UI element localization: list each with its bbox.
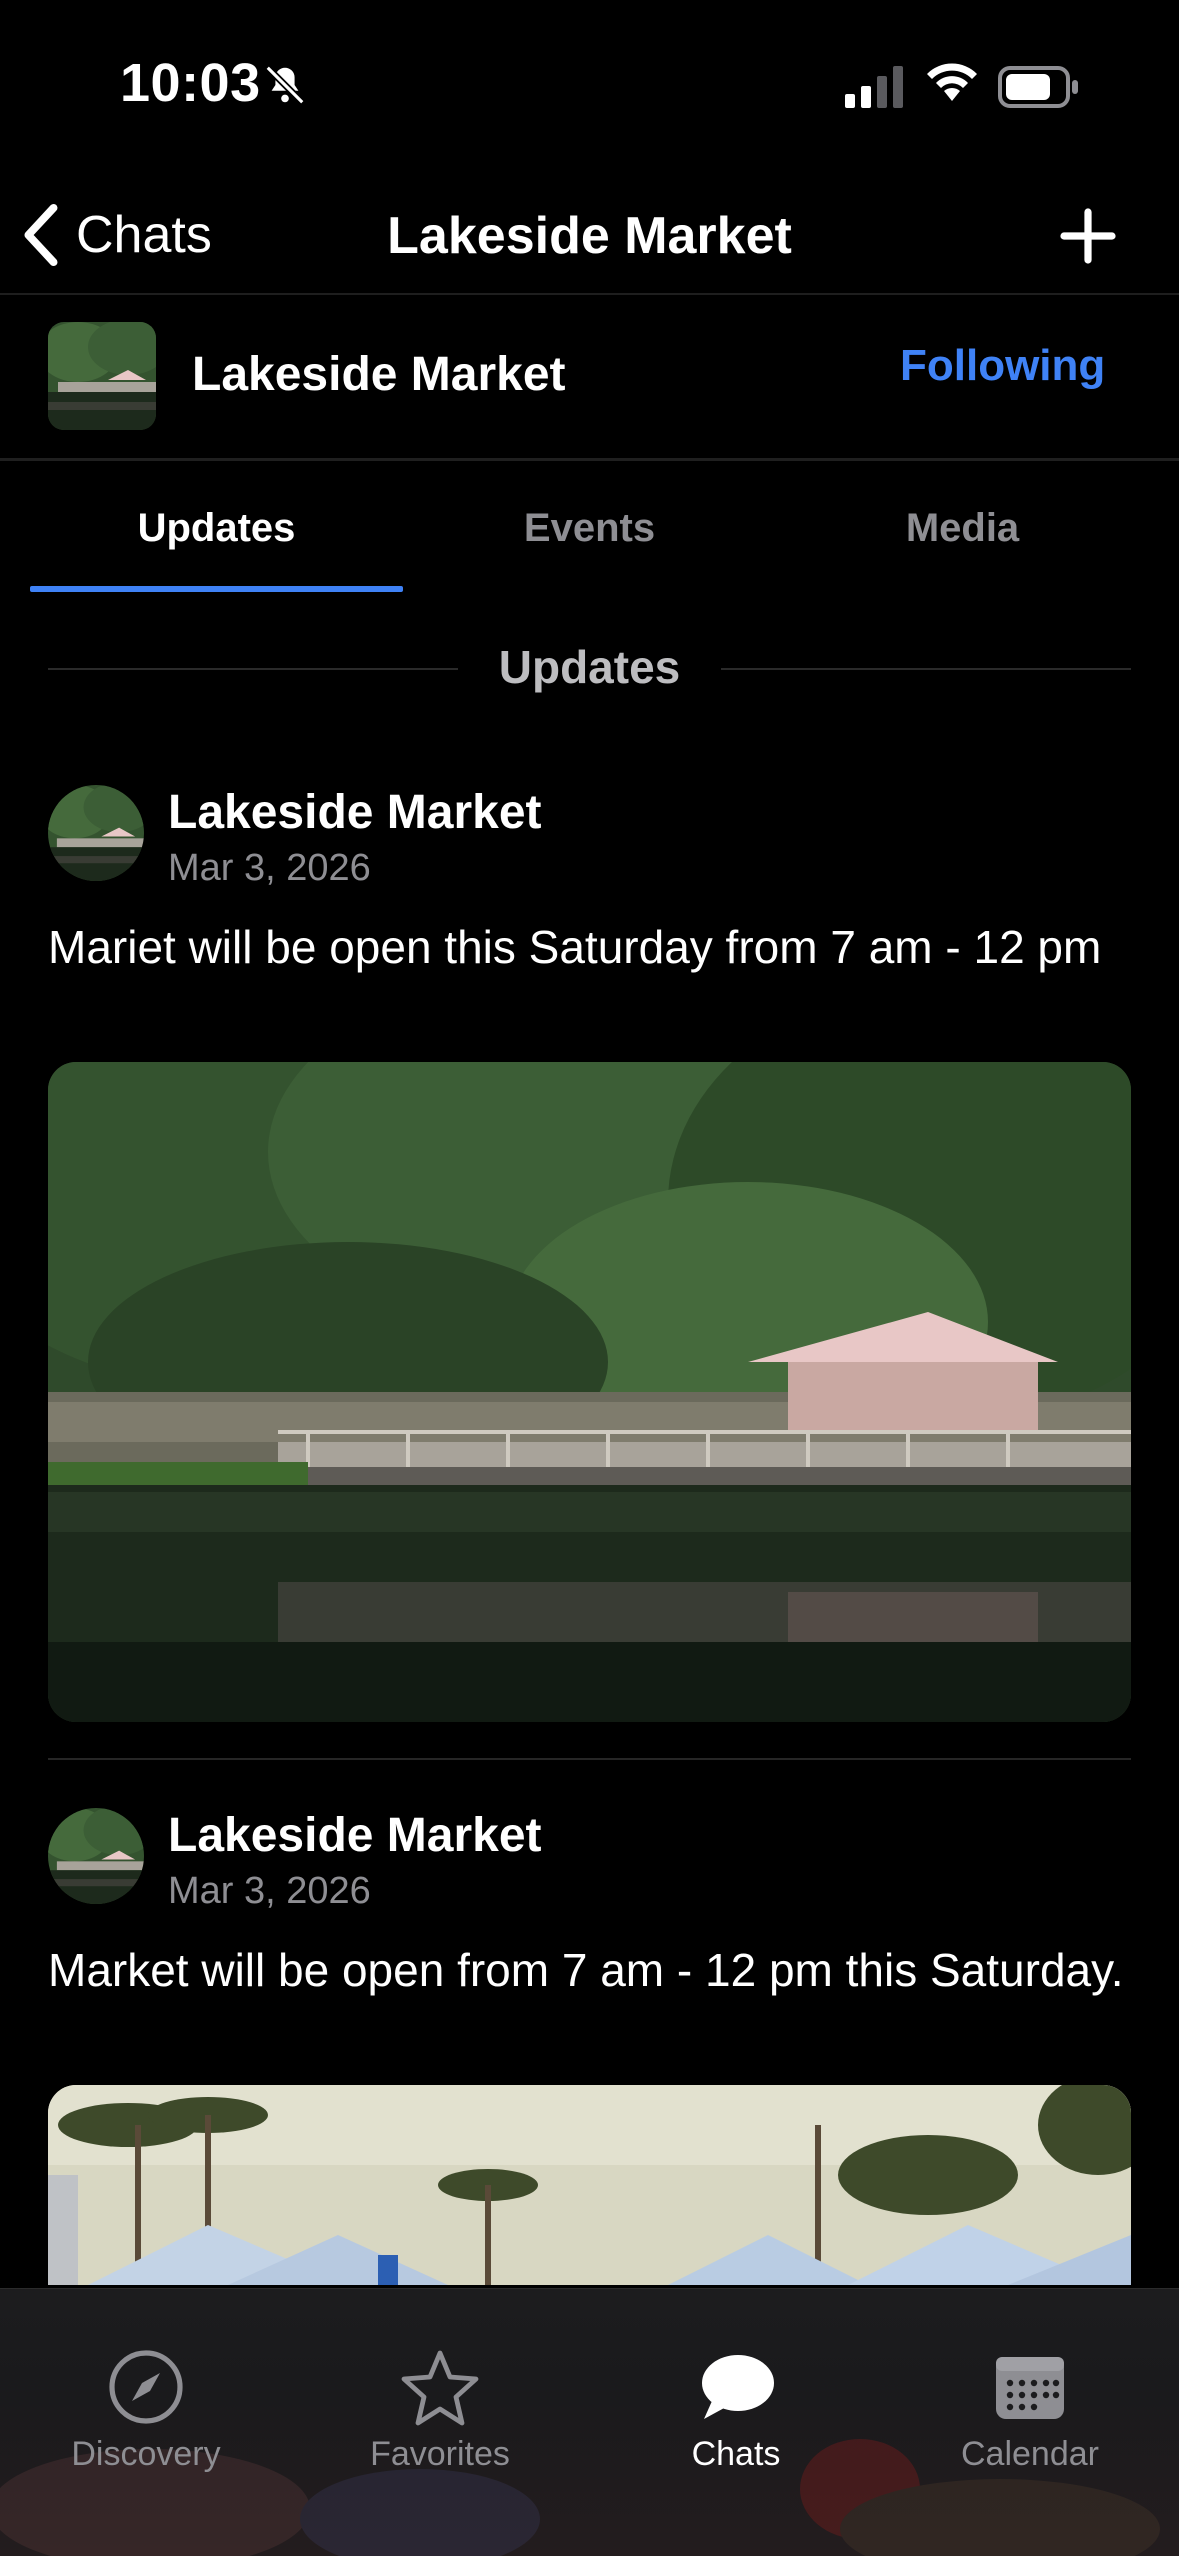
star-icon bbox=[401, 2350, 479, 2426]
post-avatar[interactable] bbox=[48, 1808, 144, 1904]
status-bar: 10:03 bbox=[0, 0, 1179, 170]
section-title: Updates bbox=[498, 641, 681, 693]
wifi-icon bbox=[927, 63, 977, 101]
bell-slash-icon bbox=[265, 65, 305, 105]
chat-bubble-icon bbox=[702, 2355, 774, 2419]
segmented-tabs: Updates Events Media bbox=[0, 462, 1179, 592]
post-avatar[interactable] bbox=[48, 785, 144, 881]
tab-bar-label: Favorites bbox=[370, 2435, 510, 2473]
post-image[interactable] bbox=[48, 1062, 1131, 1722]
channel-header: Lakeside Market Following bbox=[0, 297, 1179, 461]
signal-icon bbox=[845, 66, 903, 108]
tab-events[interactable]: Events bbox=[403, 462, 776, 592]
tab-bar-label: Chats bbox=[691, 2435, 781, 2473]
following-button[interactable]: Following bbox=[900, 341, 1105, 391]
post-text: Market will be open from 7 am - 12 pm th… bbox=[48, 1944, 1124, 1996]
tab-media[interactable]: Media bbox=[776, 462, 1149, 592]
plus-icon[interactable] bbox=[1060, 208, 1116, 264]
active-tab-indicator bbox=[30, 586, 403, 592]
battery-icon bbox=[998, 66, 1078, 108]
bottom-tab-bar: Discovery Favorites Chats Calendar bbox=[0, 2288, 1179, 2556]
tab-bar-discovery[interactable]: Discovery bbox=[16, 2347, 276, 2507]
navigation-bar: Chats Lakeside Market bbox=[0, 170, 1179, 295]
section-divider: Updates bbox=[48, 640, 1131, 700]
post-separator bbox=[48, 1758, 1131, 1760]
tab-bar-chats[interactable]: Chats bbox=[606, 2347, 866, 2507]
channel-name: Lakeside Market bbox=[192, 348, 566, 401]
post-author: Lakeside Market bbox=[168, 786, 542, 839]
compass-icon bbox=[109, 2350, 183, 2424]
tab-bar-label: Calendar bbox=[961, 2435, 1099, 2473]
post-item: Lakeside Market Mar 3, 2026 Mariet will … bbox=[48, 785, 1131, 1725]
channel-avatar[interactable] bbox=[48, 322, 156, 430]
post-date: Mar 3, 2026 bbox=[168, 847, 371, 889]
post-image[interactable] bbox=[48, 2085, 1131, 2288]
tab-updates[interactable]: Updates bbox=[30, 462, 403, 592]
post-item: Lakeside Market Mar 3, 2026 Market will … bbox=[48, 1808, 1131, 2288]
calendar-icon bbox=[996, 2357, 1064, 2419]
tab-bar-favorites[interactable]: Favorites bbox=[310, 2347, 570, 2507]
post-author: Lakeside Market bbox=[168, 1809, 542, 1862]
post-text: Mariet will be open this Saturday from 7… bbox=[48, 921, 1102, 973]
status-time: 10:03 bbox=[120, 53, 261, 113]
post-date: Mar 3, 2026 bbox=[168, 1870, 371, 1912]
tab-bar-calendar[interactable]: Calendar bbox=[900, 2347, 1160, 2507]
tab-bar-label: Discovery bbox=[71, 2435, 221, 2473]
page-title: Lakeside Market bbox=[387, 207, 792, 265]
